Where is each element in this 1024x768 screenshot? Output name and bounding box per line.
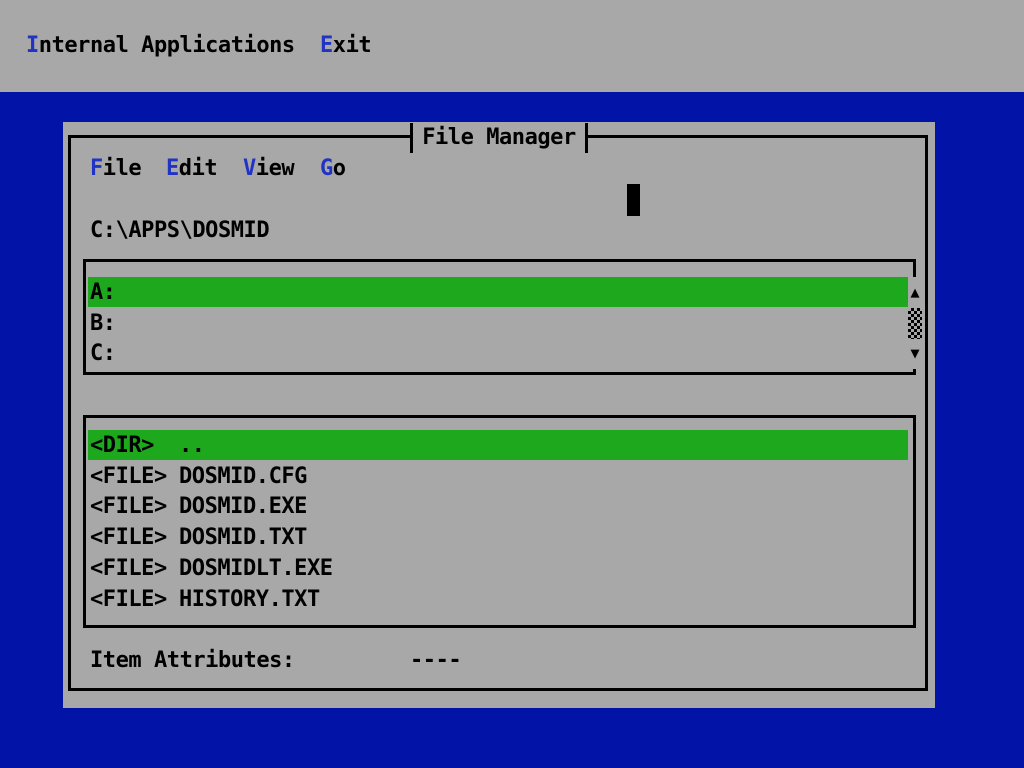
drive-selection-highlight [88, 277, 908, 307]
menu-item-label: iew [256, 156, 294, 181]
file-item-name[interactable]: DOSMID.CFG [179, 461, 307, 492]
hotkey-letter: E [320, 33, 333, 58]
drive-item-b[interactable]: B: [90, 308, 116, 339]
drive-item-c[interactable]: C: [90, 338, 116, 369]
hotkey-letter: G [320, 156, 333, 181]
drive-item-a[interactable]: A: [90, 277, 116, 308]
scrollbar-up-icon[interactable]: ▲ [908, 277, 922, 308]
scrollbar-thumb[interactable] [908, 308, 922, 339]
hotkey-letter: V [243, 156, 256, 181]
hotkey-letter: E [166, 156, 179, 181]
menu-item-file[interactable]: File [90, 153, 141, 184]
hotkey-letter: I [26, 33, 39, 58]
item-attributes-value: ---- [410, 645, 461, 676]
file-item-name[interactable]: DOSMID.TXT [179, 522, 307, 553]
file-manager-window: File Manager File Edit View Go C:\APPS\D… [63, 122, 935, 708]
file-selection-highlight [88, 430, 908, 460]
mouse-block-cursor [627, 184, 640, 216]
top-menubar: Internal Applications Exit [0, 0, 1024, 92]
file-item-type[interactable]: <FILE> [90, 522, 167, 553]
menu-item-label: o [333, 156, 346, 181]
scrollbar-down-icon[interactable]: ▼ [908, 339, 922, 369]
file-item-name[interactable]: HISTORY.TXT [179, 584, 320, 615]
hotkey-letter: F [90, 156, 103, 181]
file-item-name[interactable]: .. [179, 430, 205, 461]
menu-item-label: dit [179, 156, 217, 181]
desktop: Internal Applications Exit File Manager … [0, 0, 1024, 768]
file-item-type[interactable]: <FILE> [90, 491, 167, 522]
file-item-type[interactable]: <FILE> [90, 461, 167, 492]
file-item-name[interactable]: DOSMID.EXE [179, 491, 307, 522]
file-item-type[interactable]: <DIR> [90, 430, 154, 461]
menubar-item-internal-applications[interactable]: Internal Applications [26, 30, 295, 61]
current-path: C:\APPS\DOSMID [90, 215, 269, 246]
file-item-type[interactable]: <FILE> [90, 584, 167, 615]
menubar-item-label: xit [333, 33, 371, 58]
menu-item-label: ile [103, 156, 141, 181]
menu-item-go[interactable]: Go [320, 153, 346, 184]
menu-item-edit[interactable]: Edit [166, 153, 217, 184]
window-title: File Manager [410, 123, 588, 153]
file-item-name[interactable]: DOSMIDLT.EXE [179, 553, 333, 584]
menubar-item-label: nternal Applications [39, 33, 295, 58]
menubar-item-exit[interactable]: Exit [320, 30, 371, 61]
menu-item-view[interactable]: View [243, 153, 294, 184]
item-attributes-label: Item Attributes: [90, 645, 295, 676]
file-item-type[interactable]: <FILE> [90, 553, 167, 584]
